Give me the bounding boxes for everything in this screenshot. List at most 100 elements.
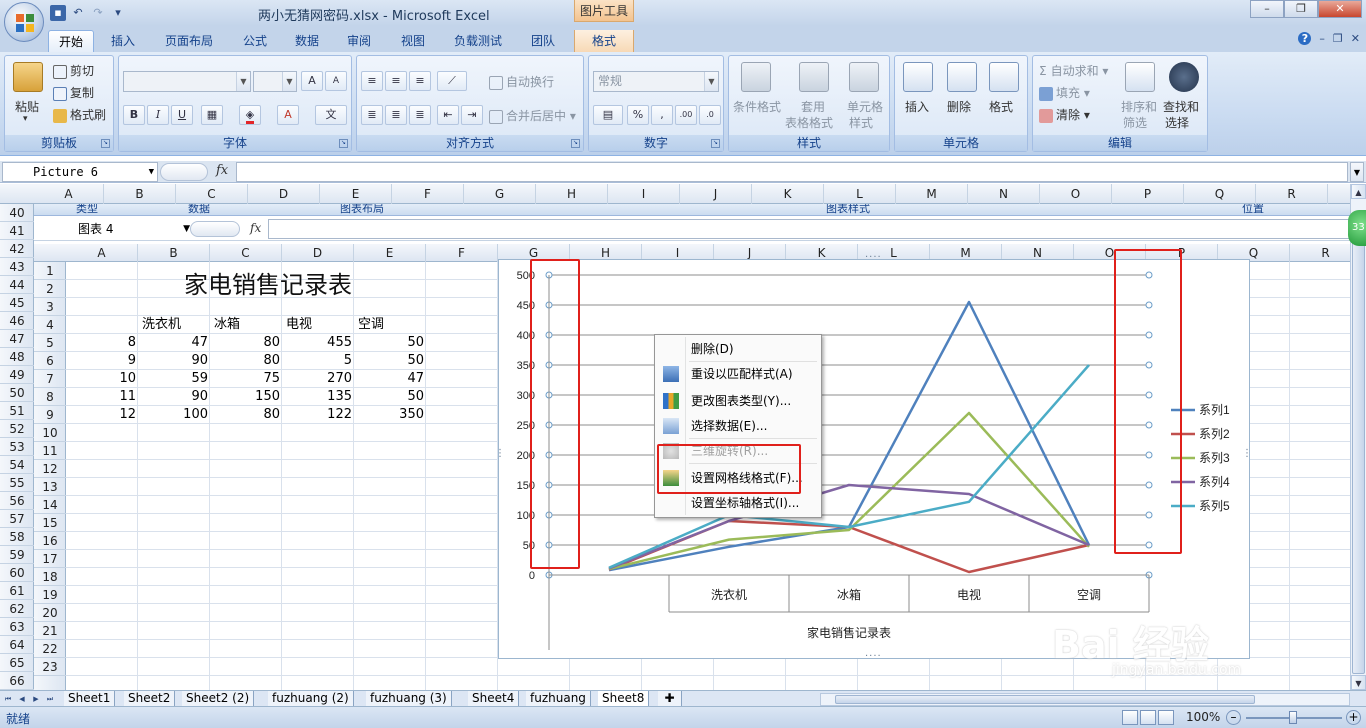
paste-dropdown-icon[interactable]: ▾ [23,114,28,124]
outer-row-header[interactable]: 47 [0,330,34,348]
decrease-indent-button[interactable]: ⇤ [437,105,459,125]
outer-column-header[interactable]: A [34,184,104,204]
outer-row-header[interactable]: 52 [0,420,34,438]
alignment-launcher-icon[interactable]: ↘ [571,139,580,148]
outer-column-header[interactable]: G [464,184,536,204]
outer-column-header[interactable]: Q [1184,184,1256,204]
find-select-button-line2[interactable]: 选择 [1165,114,1189,131]
italic-button[interactable]: I [147,105,169,125]
align-center-button[interactable]: ≣ [385,105,407,125]
outer-row-header[interactable]: 45 [0,294,34,312]
customize-qat-icon[interactable]: ▾ [110,5,126,21]
outer-row-header[interactable]: 63 [0,618,34,636]
tab-view[interactable]: 视图 [390,30,436,52]
context-menu-item[interactable]: 重设以匹配样式(A) [657,362,819,386]
formula-input[interactable] [236,162,1348,182]
grow-font-button[interactable]: A [301,71,323,91]
clipboard-launcher-icon[interactable]: ↘ [101,139,110,148]
percent-button[interactable]: % [627,105,649,125]
outer-column-header[interactable]: B [104,184,176,204]
merge-center-button[interactable]: 合并后居中 ▾ [489,107,576,124]
outer-row-header[interactable]: 44 [0,276,34,294]
fill-button[interactable]: 填充 ▾ [1039,84,1090,101]
currency-button[interactable]: ▤ [593,105,623,125]
minimize-button[interactable]: – [1250,0,1284,18]
outer-row-header[interactable]: 53 [0,438,34,456]
chart-resize-handle-top[interactable]: ···· [865,252,882,263]
close-button[interactable]: ✕ [1318,0,1362,18]
delete-cells-button[interactable]: 删除 [947,98,971,115]
outer-row-header[interactable]: 66 [0,672,34,690]
sheet-tab[interactable]: Sheet4 [468,691,520,707]
sort-filter-button-line2[interactable]: 筛选 [1123,114,1147,131]
outer-column-header[interactable]: H [536,184,608,204]
autosum-button[interactable]: Σ 自动求和 ▾ [1039,62,1108,79]
clear-button[interactable]: 清除 ▾ [1039,106,1090,123]
outer-row-header[interactable]: 65 [0,654,34,672]
outer-row-header[interactable]: 58 [0,528,34,546]
format-painter-button[interactable]: 格式刷 [53,106,106,123]
sheet-tab[interactable]: Sheet8 [598,691,650,707]
horizontal-scrollbar[interactable] [820,693,1350,706]
outer-column-header[interactable]: E [320,184,392,204]
align-middle-button[interactable]: ≡ [385,71,407,91]
underline-button[interactable]: U [171,105,193,125]
last-sheet-icon[interactable]: ⏭ [44,693,56,705]
sheet-tab[interactable]: Sheet2 (2) [182,691,255,707]
outer-column-header[interactable]: C [176,184,248,204]
outer-column-header[interactable]: J [680,184,752,204]
paste-icon[interactable] [13,62,43,92]
tab-page-layout[interactable]: 页面布局 [158,30,220,52]
outer-column-header[interactable]: P [1112,184,1184,204]
page-layout-view-icon[interactable] [1140,710,1156,725]
sheet-tab[interactable]: Sheet1 [64,691,116,707]
outer-column-header[interactable]: M [896,184,968,204]
help-icon[interactable]: ? [1298,32,1312,45]
context-menu-item[interactable]: 选择数据(E)... [657,414,819,438]
outer-row-header[interactable]: 42 [0,240,34,258]
floating-badge[interactable]: 33 [1348,210,1366,246]
tab-team[interactable]: 团队 [520,30,566,52]
font-name-combo[interactable]: ▼ [123,71,251,92]
zoom-out-button[interactable]: – [1226,710,1241,725]
sort-filter-button-line1[interactable]: 排序和 [1121,98,1157,115]
tab-format[interactable]: 格式 [574,30,634,52]
align-right-button[interactable]: ≣ [409,105,431,125]
chart-resize-handle-right[interactable]: ⋮ [1242,448,1253,459]
tab-review[interactable]: 审阅 [336,30,382,52]
outer-column-header[interactable]: O [1040,184,1112,204]
office-button[interactable] [4,2,44,42]
outer-row-header[interactable]: 41 [0,222,34,240]
tab-formulas[interactable]: 公式 [232,30,278,52]
font-size-combo[interactable]: ▼ [253,71,297,92]
font-color-button[interactable]: A [277,105,299,125]
prev-sheet-icon[interactable]: ◀ [16,693,28,705]
next-sheet-icon[interactable]: ▶ [30,693,42,705]
zoom-slider-knob[interactable] [1289,711,1297,724]
shrink-font-button[interactable]: A [325,71,347,91]
outer-column-header[interactable]: F [392,184,464,204]
wrap-text-button[interactable]: 自动换行 [489,73,554,90]
format-cells-button[interactable]: 格式 [989,98,1013,115]
formula-bar-resize-handle[interactable] [160,163,208,181]
context-menu-item[interactable]: 删除(D) [657,337,819,361]
tab-load-test[interactable]: 负载测试 [446,30,510,52]
tab-insert[interactable]: 插入 [100,30,146,52]
doc-close-icon[interactable]: ✕ [1351,32,1360,45]
align-bottom-button[interactable]: ≡ [409,71,431,91]
chart-resize-handle-left[interactable]: ⋮ [495,448,506,459]
conditional-format-button[interactable]: 条件格式 [733,98,781,115]
zoom-level[interactable]: 100% [1186,710,1220,724]
sheet-tab[interactable]: Sheet2 [124,691,176,707]
doc-restore-icon[interactable]: ❐ [1333,32,1343,45]
name-box[interactable]: Picture 6 ▼ [2,162,158,182]
insert-function-button[interactable]: fx [216,163,228,178]
doc-minimize-icon[interactable]: – [1319,32,1325,45]
align-top-button[interactable]: ≡ [361,71,383,91]
outer-row-header[interactable]: 59 [0,546,34,564]
outer-column-header[interactable]: R [1256,184,1328,204]
outer-row-header[interactable]: 60 [0,564,34,582]
tab-data[interactable]: 数据 [284,30,330,52]
number-launcher-icon[interactable]: ↘ [711,139,720,148]
outer-row-header[interactable]: 64 [0,636,34,654]
